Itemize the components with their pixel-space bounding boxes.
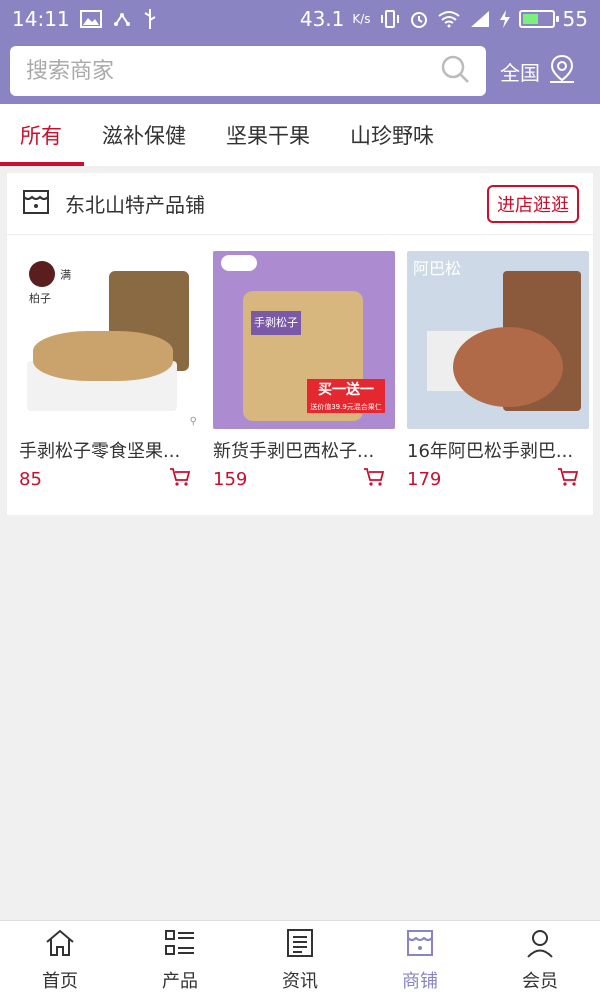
nav-shops-label: 商铺 [402,971,438,992]
product-image[interactable]: 手剥松子 买一送一 送价值39.9元混合果仁 [213,251,395,429]
nav-home-label: 首页 [42,971,78,992]
nuts-pile [453,327,563,407]
header: 全国 [0,38,600,104]
search-icon[interactable] [440,54,470,88]
cart-icon[interactable] [363,467,385,491]
region-selector[interactable]: 全国 [500,54,590,89]
tab-health[interactable]: 滋补保健 [82,104,206,166]
product-title[interactable]: 新货手剥巴西松子... [213,437,385,463]
store-icon [21,187,51,221]
vibrate-icon [379,9,401,29]
location-pin-icon [548,54,576,89]
nuts [33,331,173,381]
promo-subtext: 送价值39.9元混合果仁 [307,401,385,413]
product-title[interactable]: 16年阿巴松手剥巴... [407,437,579,463]
nav-products[interactable]: 产品 [120,921,240,1000]
category-tabs: 所有 滋补保健 坚果干果 山珍野味 [0,104,600,166]
region-label: 全国 [500,60,540,85]
nav-member[interactable]: 会员 [480,921,600,1000]
shop-icon [404,928,436,963]
nav-products-label: 产品 [162,971,198,992]
product-item[interactable]: 阿巴松 16年阿巴松手剥巴... 179 [407,251,589,491]
status-bar: 14:11 43.1 K/s 55 [0,0,600,38]
visit-store-button[interactable]: 进店逛逛 [487,184,579,223]
product-image[interactable]: 阿巴松 [407,251,589,429]
news-icon [284,928,316,963]
brand-label: 阿巴松 [413,259,462,278]
product-price: 85 [19,468,42,490]
wifi-icon [437,10,461,28]
list-icon [164,928,196,963]
product-item[interactable]: 满柏子 ⚲ 手剥松子零食坚果... 85 [19,251,201,491]
cart-icon[interactable] [557,467,579,491]
tab-wild-delicacies[interactable]: 山珍野味 [330,104,454,166]
user-icon [524,928,556,963]
network-share-icon [112,9,132,29]
product-price: 159 [213,468,248,490]
product-image[interactable]: 满柏子 ⚲ [19,251,201,429]
time: 14:11 [12,7,70,31]
network-speed-unit: K/s [352,12,371,26]
nav-home[interactable]: 首页 [0,921,120,1000]
home-icon [44,928,76,963]
search-box[interactable] [10,46,486,96]
nav-news[interactable]: 资讯 [240,921,360,1000]
signal-4g-icon [469,9,491,29]
tab-all[interactable]: 所有 [0,104,84,166]
battery-percent: 55 [562,7,588,31]
product-price: 179 [407,468,442,490]
alarm-icon [409,9,429,29]
store-name: 东北山特产品铺 [65,193,205,217]
brand-logo: 满柏子 [29,261,79,305]
jar-label: 手剥松子 [251,311,301,335]
charging-icon [499,9,511,29]
cart-icon[interactable] [169,467,191,491]
store-card: 东北山特产品铺 进店逛逛 满柏子 ⚲ 手剥松子零食坚果... 85 手剥松子 买… [6,172,594,516]
nav-news-label: 资讯 [282,971,318,992]
zoom-icon: ⚲ [189,416,197,427]
battery-icon [518,10,559,28]
product-list: 满柏子 ⚲ 手剥松子零食坚果... 85 手剥松子 买一送一 送价值39.9元混… [7,235,593,507]
usb-icon [142,8,158,30]
product-title[interactable]: 手剥松子零食坚果... [19,437,191,463]
bottom-nav: 首页 产品 资讯 商铺 会员 [0,920,600,1000]
nav-shops[interactable]: 商铺 [360,921,480,1000]
brand-mark [29,261,55,287]
image-icon [79,10,102,28]
tab-nuts[interactable]: 坚果干果 [206,104,330,166]
promo-tag: 买一送一 [307,379,385,401]
nav-member-label: 会员 [522,971,558,992]
brand-badge [221,255,257,271]
search-input[interactable] [26,58,440,84]
network-speed: 43.1 [299,7,345,31]
product-item[interactable]: 手剥松子 买一送一 送价值39.9元混合果仁 新货手剥巴西松子... 159 [213,251,395,491]
store-header[interactable]: 东北山特产品铺 进店逛逛 [7,173,593,235]
